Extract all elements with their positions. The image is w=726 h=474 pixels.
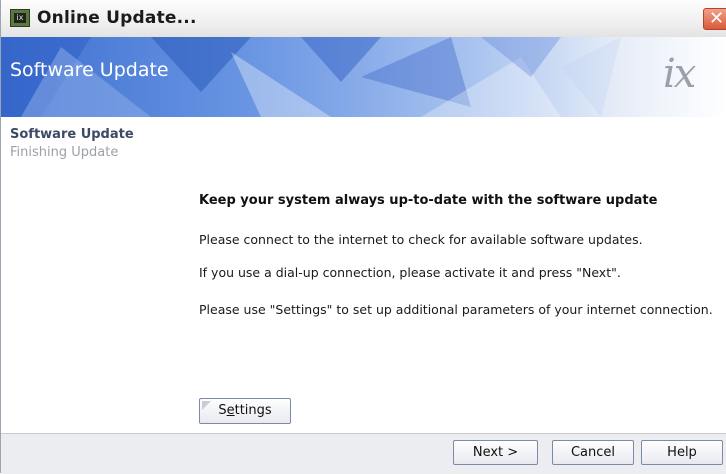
title-bar[interactable]: ix Online Update... ✕ (1, 0, 726, 38)
instruction-dialup: If you use a dial-up connection, please … (199, 265, 621, 280)
step-finishing-update: Finishing Update (10, 145, 119, 160)
banner-title: Software Update (10, 59, 169, 81)
settings-label-end: ttings (234, 403, 272, 418)
instruction-connect: Please connect to the internet to check … (199, 232, 643, 247)
step-software-update: Software Update (10, 127, 134, 142)
button-corner-decoration (202, 401, 211, 410)
close-button[interactable]: ✕ (703, 8, 726, 30)
ix-logo: ix (663, 51, 696, 97)
app-icon: ix (10, 9, 30, 27)
settings-button[interactable]: Settings (199, 398, 291, 424)
window-title: Online Update... (37, 8, 197, 28)
app-icon-label: ix (14, 13, 26, 23)
header-banner: Software Update ix (1, 37, 726, 117)
cancel-button[interactable]: Cancel (552, 440, 634, 465)
online-update-window: ix Online Update... ✕ Software Update ix… (0, 0, 726, 474)
settings-label-start: S (218, 403, 227, 418)
next-button[interactable]: Next > (453, 440, 538, 465)
settings-label-mnemonic: e (226, 403, 235, 418)
content-heading: Keep your system always up-to-date with … (199, 193, 658, 208)
help-button[interactable]: Help (641, 440, 723, 465)
close-icon: ✕ (709, 8, 725, 29)
instruction-settings: Please use "Settings" to set up addition… (199, 302, 713, 317)
